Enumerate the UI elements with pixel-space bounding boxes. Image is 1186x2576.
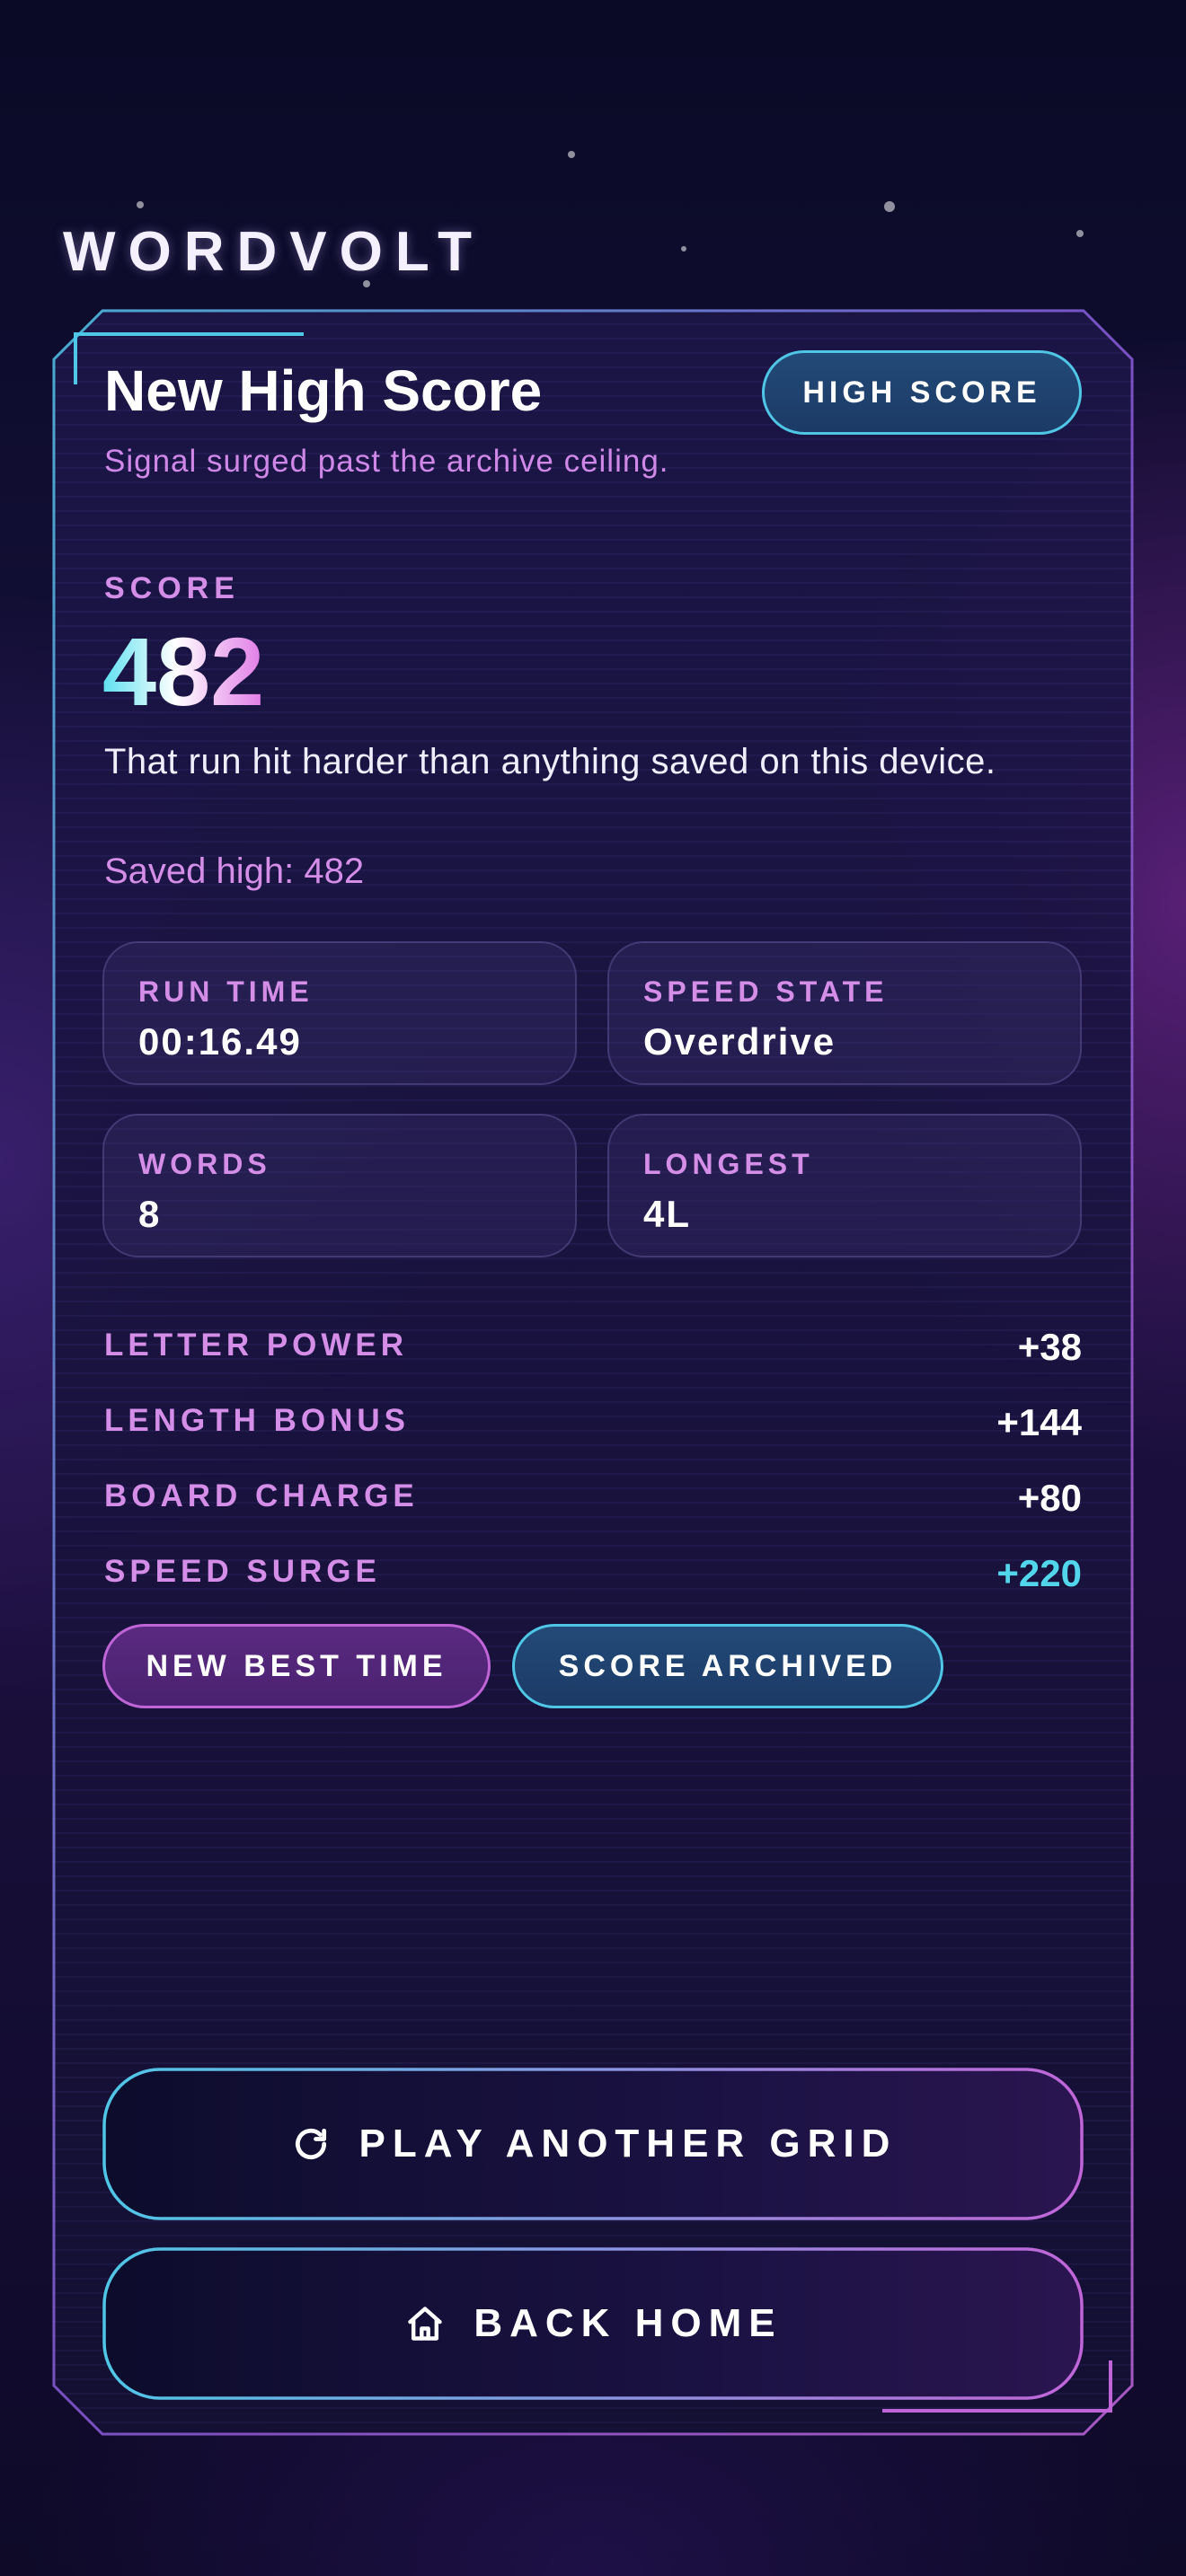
stat-value: 8 [138, 1193, 162, 1235]
saved-high: Saved high: 482 [104, 851, 365, 891]
star [137, 201, 144, 208]
breakdown-row: BOARD CHARGE +80 [104, 1477, 1082, 1523]
back-home-label: BACK HOME [474, 2301, 783, 2345]
breakdown-label: SPEED SURGE [104, 1554, 381, 1589]
breakdown-value: +144 [996, 1401, 1082, 1443]
score-message: That run hit harder than anything saved … [104, 742, 996, 781]
stat-speed-state: SPEED STATE Overdrive [607, 941, 1082, 1085]
refresh-icon [289, 2122, 332, 2166]
stat-run-time: RUN TIME 00:16.49 [102, 941, 577, 1085]
stat-label: SPEED STATE [643, 975, 889, 1008]
star [884, 201, 895, 212]
stat-label: WORDS [138, 1148, 271, 1180]
star [681, 246, 686, 251]
score-value: 482 [102, 617, 265, 726]
star [568, 151, 575, 158]
breakdown-label: LENGTH BONUS [104, 1403, 410, 1438]
score-archived-badge: SCORE ARCHIVED [512, 1624, 943, 1708]
play-another-grid-label: PLAY ANOTHER GRID [358, 2122, 898, 2166]
stat-label: LONGEST [643, 1148, 814, 1180]
home-icon [403, 2302, 447, 2345]
page-title: New High Score [104, 358, 543, 423]
breakdown-value: +38 [1017, 1326, 1082, 1368]
high-score-badge: HIGH SCORE [762, 350, 1082, 435]
stat-value: Overdrive [643, 1020, 836, 1063]
breakdown-label: BOARD CHARGE [104, 1478, 419, 1513]
breakdown-value: +80 [1017, 1477, 1082, 1519]
new-best-time-badge: NEW BEST TIME [102, 1624, 491, 1708]
breakdown-row: LENGTH BONUS +144 [104, 1401, 1082, 1448]
stat-words: WORDS 8 [102, 1114, 577, 1257]
stat-label: RUN TIME [138, 975, 314, 1008]
stat-value: 4L [643, 1193, 692, 1235]
page-subtitle: Signal surged past the archive ceiling. [104, 444, 669, 479]
breakdown-label: LETTER POWER [104, 1328, 409, 1363]
play-another-grid-button[interactable]: PLAY ANOTHER GRID [102, 2068, 1084, 2220]
breakdown-row: LETTER POWER +38 [104, 1326, 1082, 1372]
breakdown-row: SPEED SURGE +220 [104, 1552, 1082, 1599]
back-home-button[interactable]: BACK HOME [102, 2247, 1084, 2400]
stat-longest: LONGEST 4L [607, 1114, 1082, 1257]
stat-value: 00:16.49 [138, 1020, 302, 1063]
app-logo: WORDVOLT [63, 221, 485, 283]
score-label: SCORE [104, 571, 240, 605]
breakdown-value: +220 [996, 1552, 1082, 1594]
star [1076, 230, 1084, 237]
